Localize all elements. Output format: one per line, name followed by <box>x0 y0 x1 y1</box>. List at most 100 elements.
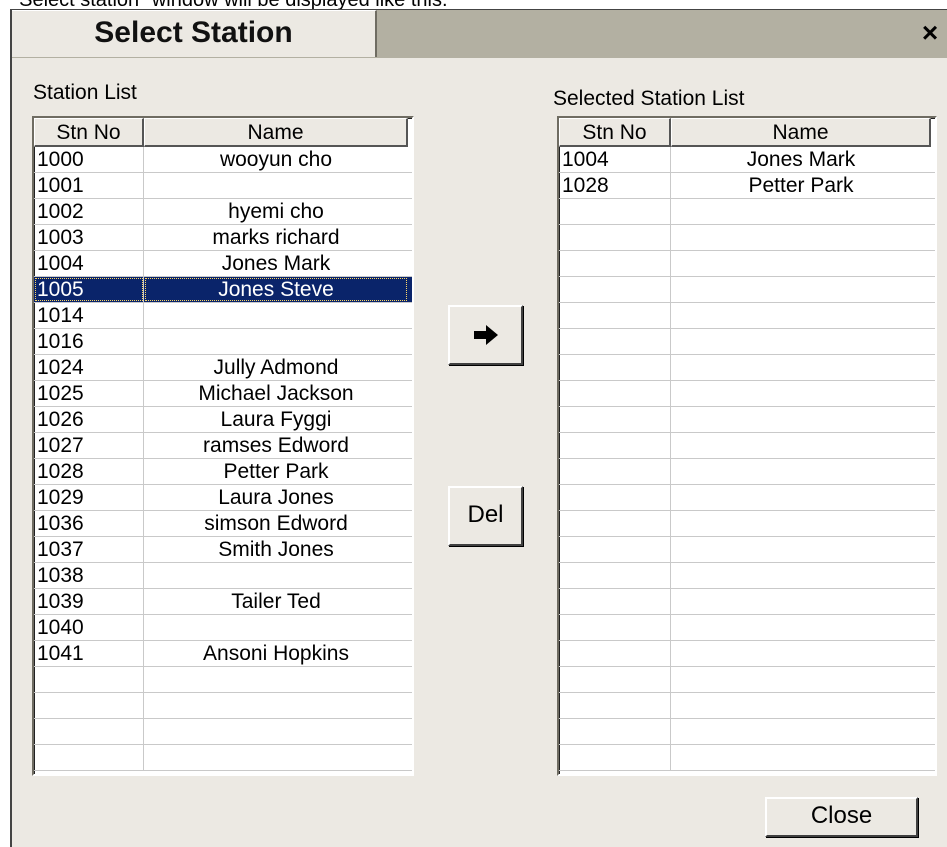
name-cell <box>671 329 931 354</box>
station-list-row[interactable]: 1038 <box>34 563 412 589</box>
station-list-row[interactable]: 1000 wooyun cho <box>34 147 412 173</box>
selected-station-list-row[interactable] <box>559 407 935 433</box>
selected-station-list-row[interactable] <box>559 199 935 225</box>
name-cell <box>144 329 408 354</box>
name-cell <box>144 667 408 692</box>
stn-no-cell <box>559 615 671 640</box>
name-cell <box>671 589 931 614</box>
station-list-label: Station List <box>33 81 137 104</box>
selected-station-list-row[interactable] <box>559 459 935 485</box>
station-list-row[interactable]: 1005 Jones Steve <box>34 277 412 303</box>
selected-station-list-row[interactable] <box>559 485 935 511</box>
selected-station-list-row[interactable]: 1004 Jones Mark <box>559 147 935 173</box>
station-list-row[interactable]: 1004 Jones Mark <box>34 251 412 277</box>
selected-station-list-row[interactable] <box>559 251 935 277</box>
stn-no-cell <box>559 407 671 432</box>
name-cell <box>671 537 931 562</box>
station-list-row[interactable]: 1014 <box>34 303 412 329</box>
stn-no-cell: 1036 <box>34 511 144 536</box>
selected-station-list-row[interactable] <box>559 433 935 459</box>
selected-station-list-row[interactable]: 1028 Petter Park <box>559 173 935 199</box>
selected-station-list-row[interactable] <box>559 277 935 303</box>
station-list-row[interactable]: 1029 Laura Jones <box>34 485 412 511</box>
stn-no-cell: 1037 <box>34 537 144 562</box>
name-cell: ramses Edword <box>203 434 349 457</box>
selected-station-list-row[interactable] <box>559 719 935 745</box>
title-tab: Select Station <box>12 10 377 57</box>
station-list-row[interactable]: 1036 simson Edword <box>34 511 412 537</box>
add-station-button[interactable] <box>448 305 523 365</box>
name-cell <box>671 667 931 692</box>
station-list-row[interactable]: 1003 marks richard <box>34 225 412 251</box>
station-list-row[interactable] <box>34 745 412 771</box>
station-list-row[interactable]: 1039 Tailer Ted <box>34 589 412 615</box>
station-list-row[interactable]: 1002 hyemi cho <box>34 199 412 225</box>
selected-station-list-row[interactable] <box>559 693 935 719</box>
stn-no-cell <box>559 277 671 302</box>
delete-station-button[interactable]: Del <box>448 486 523 546</box>
station-list-row[interactable]: 1026 Laura Fyggi <box>34 407 412 433</box>
stn-no-cell: 1040 <box>34 615 144 640</box>
column-header-name[interactable]: Name <box>671 118 931 147</box>
selected-station-list-label: Selected Station List <box>553 87 745 110</box>
stn-no-cell: 1014 <box>34 303 144 328</box>
stn-no-cell: 1000 <box>34 147 144 172</box>
selected-station-list-row[interactable] <box>559 563 935 589</box>
selected-station-list-row[interactable] <box>559 589 935 615</box>
stn-no-cell: 1004 <box>559 147 671 172</box>
station-list-row[interactable]: 1041 Ansoni Hopkins <box>34 641 412 667</box>
stn-no-cell <box>559 199 671 224</box>
stn-no-cell: 1028 <box>34 459 144 484</box>
name-cell <box>671 225 931 250</box>
stn-no-cell: 1002 <box>34 199 144 224</box>
stn-no-cell <box>559 329 671 354</box>
station-list-row[interactable]: 1027 ramses Edword <box>34 433 412 459</box>
stn-no-cell <box>559 667 671 692</box>
column-header-stn-no[interactable]: Stn No <box>559 118 671 147</box>
close-icon[interactable]: × <box>915 16 945 50</box>
name-cell <box>671 459 931 484</box>
station-list-row[interactable] <box>34 667 412 693</box>
column-header-name[interactable]: Name <box>144 118 408 147</box>
column-header-stn-no[interactable]: Stn No <box>34 118 144 147</box>
station-list-row[interactable]: 1037 Smith Jones <box>34 537 412 563</box>
stn-no-cell: 1026 <box>34 407 144 432</box>
stn-no-cell: 1016 <box>34 329 144 354</box>
name-cell <box>671 277 931 302</box>
selected-station-list-row[interactable] <box>559 381 935 407</box>
selected-station-list-row[interactable] <box>559 329 935 355</box>
stn-no-cell: 1029 <box>34 485 144 510</box>
selected-station-list[interactable]: Stn No Name 1004 Jones Mark 1028 Petter Par… <box>557 116 937 776</box>
stn-no-cell: 1003 <box>34 225 144 250</box>
name-cell <box>671 355 931 380</box>
close-button[interactable]: Close <box>765 797 918 837</box>
selected-station-list-row[interactable] <box>559 537 935 563</box>
station-list-row[interactable]: 1001 <box>34 173 412 199</box>
station-list-row[interactable] <box>34 693 412 719</box>
selected-station-list-row[interactable] <box>559 615 935 641</box>
stn-no-cell <box>559 381 671 406</box>
stn-no-cell <box>34 667 144 692</box>
selected-station-list-row[interactable] <box>559 641 935 667</box>
name-cell: Jones Mark <box>746 148 856 171</box>
name-cell: Laura Fyggi <box>220 408 332 431</box>
selected-station-list-row[interactable] <box>559 225 935 251</box>
station-list-row[interactable] <box>34 719 412 745</box>
selected-station-list-row[interactable] <box>559 745 935 771</box>
stn-no-cell: 1038 <box>34 563 144 588</box>
station-list[interactable]: Stn No Name 1000 wooyun cho 1001 1002 hyemi … <box>32 116 414 776</box>
name-cell <box>671 251 931 276</box>
stn-no-cell <box>559 589 671 614</box>
select-station-dialog: Select Station × Station List Selected S… <box>10 9 947 847</box>
station-list-row[interactable]: 1040 <box>34 615 412 641</box>
selected-station-list-rows: 1004 Jones Mark 1028 Petter Park <box>559 147 935 771</box>
station-list-row[interactable]: 1025 Michael Jackson <box>34 381 412 407</box>
selected-station-list-row[interactable] <box>559 303 935 329</box>
station-list-row[interactable]: 1016 <box>34 329 412 355</box>
station-list-row[interactable]: 1028 Petter Park <box>34 459 412 485</box>
selected-station-list-row[interactable] <box>559 667 935 693</box>
stn-no-cell <box>559 485 671 510</box>
selected-station-list-row[interactable] <box>559 355 935 381</box>
station-list-row[interactable]: 1024 Jully Admond <box>34 355 412 381</box>
selected-station-list-row[interactable] <box>559 511 935 537</box>
